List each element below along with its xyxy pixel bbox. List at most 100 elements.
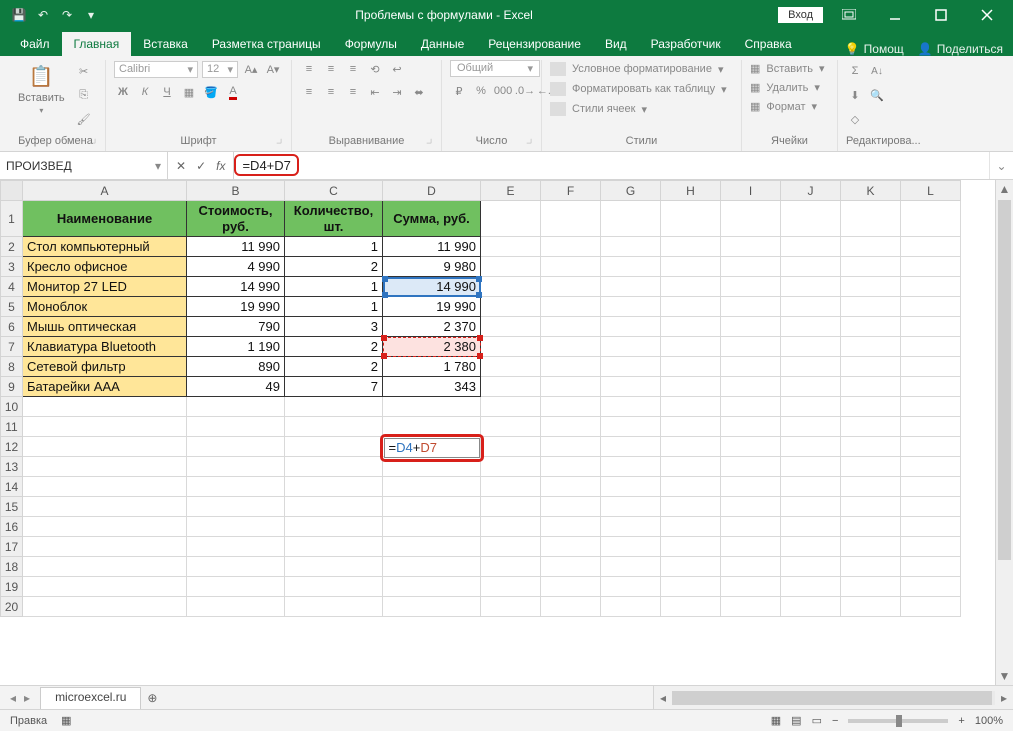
find-icon[interactable]: 🔍 bbox=[868, 86, 886, 104]
cell[interactable]: 11 990 bbox=[187, 237, 285, 257]
cell[interactable] bbox=[661, 577, 721, 597]
cell[interactable] bbox=[541, 237, 601, 257]
vertical-scrollbar[interactable]: ▲ ▼ bbox=[995, 180, 1013, 685]
cell[interactable] bbox=[661, 477, 721, 497]
cell[interactable] bbox=[841, 277, 901, 297]
cell[interactable] bbox=[781, 457, 841, 477]
cell[interactable] bbox=[187, 457, 285, 477]
new-sheet-icon[interactable]: ⊕ bbox=[141, 686, 163, 709]
row-header[interactable]: 2 bbox=[1, 237, 23, 257]
cell[interactable] bbox=[601, 417, 661, 437]
cell[interactable] bbox=[901, 457, 961, 477]
cell[interactable] bbox=[841, 417, 901, 437]
cell[interactable] bbox=[541, 201, 601, 237]
sheet-tab[interactable]: microexcel.ru bbox=[40, 687, 141, 709]
zoom-level[interactable]: 100% bbox=[975, 715, 1003, 727]
cell[interactable] bbox=[541, 257, 601, 277]
cell[interactable]: Клавиатура Bluetooth bbox=[23, 337, 187, 357]
cell[interactable]: 2 bbox=[285, 357, 383, 377]
cell[interactable] bbox=[721, 397, 781, 417]
close-icon[interactable] bbox=[967, 0, 1007, 30]
cell[interactable] bbox=[601, 597, 661, 617]
cell[interactable] bbox=[661, 517, 721, 537]
cell[interactable] bbox=[23, 597, 187, 617]
cell[interactable] bbox=[601, 537, 661, 557]
cell[interactable] bbox=[23, 537, 187, 557]
cell[interactable] bbox=[383, 537, 481, 557]
cell[interactable] bbox=[661, 277, 721, 297]
wrap-text-icon[interactable]: ↩ bbox=[388, 60, 406, 78]
cell[interactable] bbox=[601, 337, 661, 357]
cell[interactable] bbox=[23, 397, 187, 417]
cell[interactable] bbox=[781, 437, 841, 457]
cell[interactable] bbox=[285, 557, 383, 577]
cell[interactable] bbox=[383, 417, 481, 437]
cell[interactable] bbox=[285, 537, 383, 557]
cell[interactable] bbox=[481, 557, 541, 577]
format-cells-button[interactable]: ▦Формат▾ bbox=[750, 100, 825, 113]
cell[interactable]: 19 990 bbox=[187, 297, 285, 317]
cell[interactable] bbox=[481, 377, 541, 397]
cell[interactable] bbox=[187, 597, 285, 617]
column-header[interactable]: A bbox=[23, 181, 187, 201]
cell[interactable] bbox=[187, 497, 285, 517]
cell[interactable] bbox=[841, 497, 901, 517]
cell[interactable] bbox=[601, 297, 661, 317]
cell[interactable] bbox=[601, 237, 661, 257]
macro-record-icon[interactable]: ▦ bbox=[61, 714, 71, 727]
cell[interactable] bbox=[285, 437, 383, 457]
cell[interactable]: Монитор 27 LED bbox=[23, 277, 187, 297]
delete-cells-button[interactable]: ▦Удалить▾ bbox=[750, 81, 825, 94]
cell[interactable] bbox=[187, 477, 285, 497]
cell[interactable] bbox=[541, 517, 601, 537]
scroll-up-icon[interactable]: ▲ bbox=[996, 180, 1013, 198]
cell[interactable]: 1 190 bbox=[187, 337, 285, 357]
tab-review[interactable]: Рецензирование bbox=[476, 32, 593, 56]
align-right-icon[interactable]: ≡ bbox=[344, 83, 362, 101]
cell[interactable] bbox=[383, 597, 481, 617]
tab-formulas[interactable]: Формулы bbox=[333, 32, 409, 56]
formula-input[interactable]: =D4+D7 bbox=[234, 154, 298, 176]
scroll-thumb[interactable] bbox=[998, 200, 1011, 560]
cell[interactable] bbox=[721, 257, 781, 277]
cell[interactable] bbox=[661, 357, 721, 377]
cell[interactable] bbox=[841, 557, 901, 577]
column-header[interactable]: B bbox=[187, 181, 285, 201]
cell[interactable] bbox=[661, 237, 721, 257]
cut-icon[interactable]: ✂ bbox=[75, 62, 93, 80]
cell[interactable] bbox=[481, 597, 541, 617]
cell[interactable]: 7 bbox=[285, 377, 383, 397]
cell[interactable] bbox=[721, 577, 781, 597]
undo-icon[interactable]: ↶ bbox=[32, 4, 54, 26]
insert-function-icon[interactable]: fx bbox=[216, 159, 225, 173]
cell[interactable] bbox=[601, 257, 661, 277]
cell[interactable] bbox=[781, 337, 841, 357]
cell[interactable] bbox=[781, 477, 841, 497]
tab-view[interactable]: Вид bbox=[593, 32, 639, 56]
cell[interactable] bbox=[285, 497, 383, 517]
tab-help[interactable]: Справка bbox=[733, 32, 804, 56]
cell[interactable] bbox=[23, 557, 187, 577]
cell[interactable]: 1 780 bbox=[383, 357, 481, 377]
cell[interactable] bbox=[661, 377, 721, 397]
cell[interactable] bbox=[187, 537, 285, 557]
enter-formula-icon[interactable]: ✓ bbox=[196, 159, 206, 173]
scroll-down-icon[interactable]: ▼ bbox=[996, 667, 1013, 685]
cell[interactable] bbox=[601, 517, 661, 537]
cell[interactable] bbox=[841, 437, 901, 457]
row-header[interactable]: 17 bbox=[1, 537, 23, 557]
cell[interactable] bbox=[601, 437, 661, 457]
align-bottom-icon[interactable]: ≡ bbox=[344, 60, 362, 78]
cell[interactable] bbox=[661, 337, 721, 357]
cell[interactable]: 2 bbox=[285, 257, 383, 277]
cell[interactable] bbox=[841, 397, 901, 417]
cell[interactable] bbox=[721, 537, 781, 557]
hscroll-thumb[interactable] bbox=[672, 691, 992, 705]
fill-color-icon[interactable]: 🪣 bbox=[202, 83, 220, 101]
cell[interactable] bbox=[541, 537, 601, 557]
conditional-formatting-button[interactable]: Условное форматирование▾ bbox=[550, 62, 727, 76]
cell[interactable] bbox=[721, 357, 781, 377]
cell[interactable] bbox=[781, 237, 841, 257]
cell[interactable] bbox=[541, 337, 601, 357]
accounting-format-icon[interactable]: ₽ bbox=[450, 82, 468, 100]
